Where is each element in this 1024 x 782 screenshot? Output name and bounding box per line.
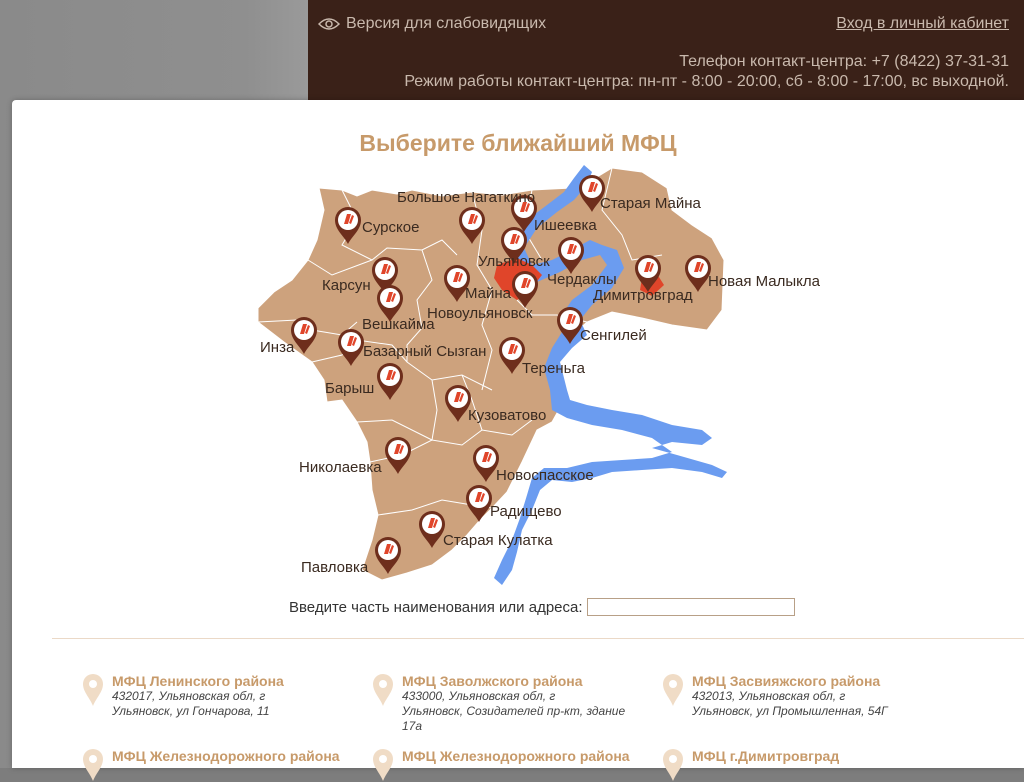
- map-city-label[interactable]: Карсун: [322, 277, 371, 294]
- office-name[interactable]: МФЦ Засвияжского района: [692, 673, 888, 689]
- low-vision-link[interactable]: Версия для слабовидящих: [318, 15, 546, 33]
- mfc-selector-modal: Выберите ближайший МФЦ Сурское Большое Н…: [12, 100, 1024, 781]
- office-address-line: 432017, Ульяновская обл, г: [112, 689, 266, 703]
- office-address-line: Ульяновск, ул Промышленная, 54Г: [692, 704, 888, 718]
- map-city-label[interactable]: Павловка: [301, 559, 369, 576]
- map-city-label[interactable]: Старая Майна: [600, 195, 702, 212]
- office-text: МФЦ Ленинского района 432017, Ульяновска…: [112, 673, 284, 719]
- location-pin-icon: [373, 674, 393, 706]
- header-bar: Версия для слабовидящих Вход в личный ка…: [308, 0, 1024, 100]
- map-city-label[interactable]: Радищево: [490, 503, 562, 520]
- map-city-label[interactable]: Чердаклы: [547, 271, 617, 288]
- map-city-label[interactable]: Вешкайма: [362, 316, 435, 333]
- map-city-label[interactable]: Сенгилей: [580, 327, 647, 344]
- contact-phone: Телефон контакт-центра: +7 (8422) 37-31-…: [679, 53, 1009, 70]
- office-address-line: 432013, Ульяновская обл, г: [692, 689, 846, 703]
- low-vision-label: Версия для слабовидящих: [346, 15, 547, 32]
- office-name[interactable]: МФЦ Заволжского района: [402, 673, 625, 689]
- office-item[interactable]: МФЦ Ленинского района 432017, Ульяновска…: [82, 673, 342, 719]
- office-item[interactable]: МФЦ Заволжского района 433000, Ульяновск…: [372, 673, 632, 734]
- map-city-label[interactable]: Тереньга: [522, 360, 586, 377]
- map-city-label[interactable]: Кузоватово: [468, 407, 546, 424]
- office-item[interactable]: МФЦ г.Димитровград: [662, 748, 922, 782]
- map-city-label[interactable]: Инза: [260, 339, 295, 356]
- office-text: МФЦ Заволжского района 433000, Ульяновск…: [402, 673, 625, 734]
- office-text: МФЦ Железнодорожного района: [402, 748, 630, 782]
- location-pin-icon: [83, 674, 103, 706]
- office-item[interactable]: МФЦ Засвияжского района 432013, Ульяновс…: [662, 673, 922, 719]
- search-row: Введите часть наименования или адреса:: [289, 598, 795, 616]
- office-text: МФЦ Засвияжского района 432013, Ульяновс…: [692, 673, 888, 719]
- office-address-line: 433000, Ульяновская обл, г: [402, 689, 556, 703]
- map-city-label[interactable]: Барыш: [325, 380, 374, 397]
- map-city-label[interactable]: Сурское: [362, 219, 419, 236]
- office-item[interactable]: МФЦ Железнодорожного района: [82, 748, 342, 782]
- office-name[interactable]: МФЦ г.Димитровград: [692, 748, 839, 764]
- map-city-label[interactable]: Базарный Сызган: [363, 343, 486, 360]
- map-city-label[interactable]: Старая Кулатка: [443, 532, 553, 549]
- map-city-label[interactable]: Ишеевка: [534, 217, 597, 234]
- map-city-label[interactable]: Майна: [465, 285, 512, 302]
- divider: [52, 638, 1024, 639]
- map-city-label[interactable]: Новоспасское: [496, 467, 594, 484]
- location-pin-icon: [373, 749, 393, 781]
- office-name[interactable]: МФЦ Железнодорожного района: [402, 748, 630, 764]
- office-text: МФЦ г.Димитровград: [692, 748, 839, 782]
- map-city-label[interactable]: Большое Нагаткино: [397, 189, 535, 206]
- office-address-line: Ульяновск, Созидателей пр-кт, здание: [402, 704, 626, 718]
- personal-cabinet-link[interactable]: Вход в личный кабинет: [836, 15, 1009, 33]
- search-input[interactable]: [586, 598, 795, 616]
- map-city-label[interactable]: Новая Малыкла: [708, 273, 821, 290]
- search-label: Введите часть наименования или адреса:: [289, 598, 583, 616]
- map-city-label[interactable]: Ульяновск: [478, 253, 550, 270]
- office-address-line: 17а: [402, 719, 423, 733]
- map-city-label[interactable]: Николаевка: [299, 459, 382, 476]
- location-pin-icon: [83, 749, 103, 781]
- office-name[interactable]: МФЦ Железнодорожного района: [112, 748, 340, 764]
- office-item[interactable]: МФЦ Железнодорожного района: [372, 748, 632, 782]
- contact-hours: Режим работы контакт-центра: пн-пт - 8:0…: [404, 73, 1009, 90]
- office-address-line: Ульяновск, ул Гончарова, 11: [112, 704, 270, 718]
- location-pin-icon: [663, 674, 683, 706]
- region-map: Сурское Большое Нагаткино ИшеевкаСтарая Ма…: [257, 165, 821, 585]
- location-pin-icon: [663, 749, 683, 781]
- eye-icon: [318, 18, 340, 30]
- map-city-label[interactable]: Димитровград: [593, 287, 693, 304]
- office-name[interactable]: МФЦ Ленинского района: [112, 673, 284, 689]
- map-city-label[interactable]: Новоульяновск: [427, 305, 533, 322]
- office-text: МФЦ Железнодорожного района: [112, 748, 340, 782]
